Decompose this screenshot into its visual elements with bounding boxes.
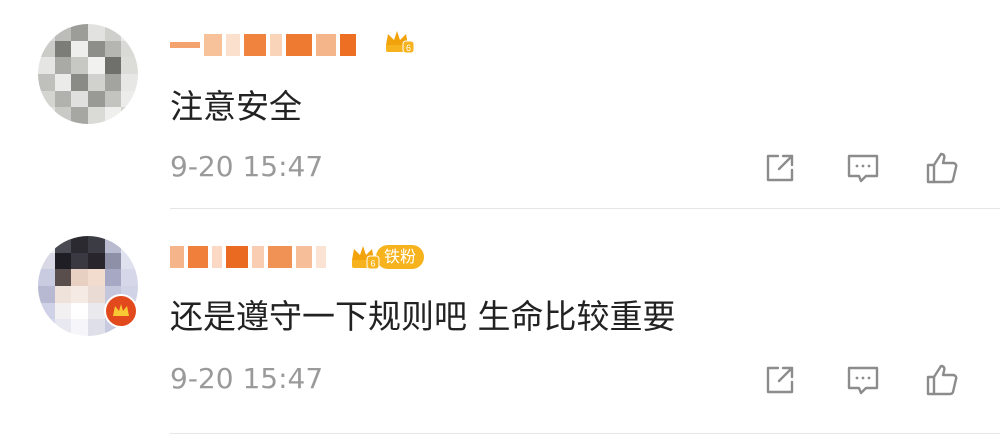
divider	[170, 208, 1000, 209]
comment-time: 9-20 15:47	[170, 362, 324, 395]
vip-badge: 6	[384, 28, 414, 54]
username-redacted[interactable]	[170, 30, 356, 60]
username-redacted[interactable]	[170, 242, 326, 272]
thumbs-up-icon[interactable]	[924, 362, 960, 398]
reply-icon[interactable]	[845, 150, 881, 186]
vip-crown-icon: 6	[384, 28, 414, 54]
comment-text: 注意安全	[170, 87, 302, 126]
reply-icon[interactable]	[845, 362, 881, 398]
divider	[170, 433, 1000, 434]
share-icon[interactable]	[762, 362, 798, 398]
thumbs-up-icon[interactable]	[924, 150, 960, 186]
svg-text:6: 6	[406, 43, 411, 53]
fan-badge: 6 铁粉	[350, 244, 425, 270]
share-icon[interactable]	[762, 150, 798, 186]
fan-badge-label: 铁粉	[376, 245, 425, 269]
comment-time: 9-20 15:47	[170, 150, 324, 183]
avatar[interactable]	[38, 24, 138, 124]
fan-crown-icon: 6	[350, 244, 380, 270]
comment-text: 还是遵守一下规则吧 生命比较重要	[170, 297, 676, 336]
comment-item: 6 注意安全 9-20 15:47	[0, 0, 1000, 212]
svg-text:6: 6	[370, 259, 375, 269]
comment-item: 6 铁粉 还是遵守一下规则吧 生命比较重要 9-20 15:47	[0, 212, 1000, 437]
verified-badge-icon	[104, 294, 138, 328]
